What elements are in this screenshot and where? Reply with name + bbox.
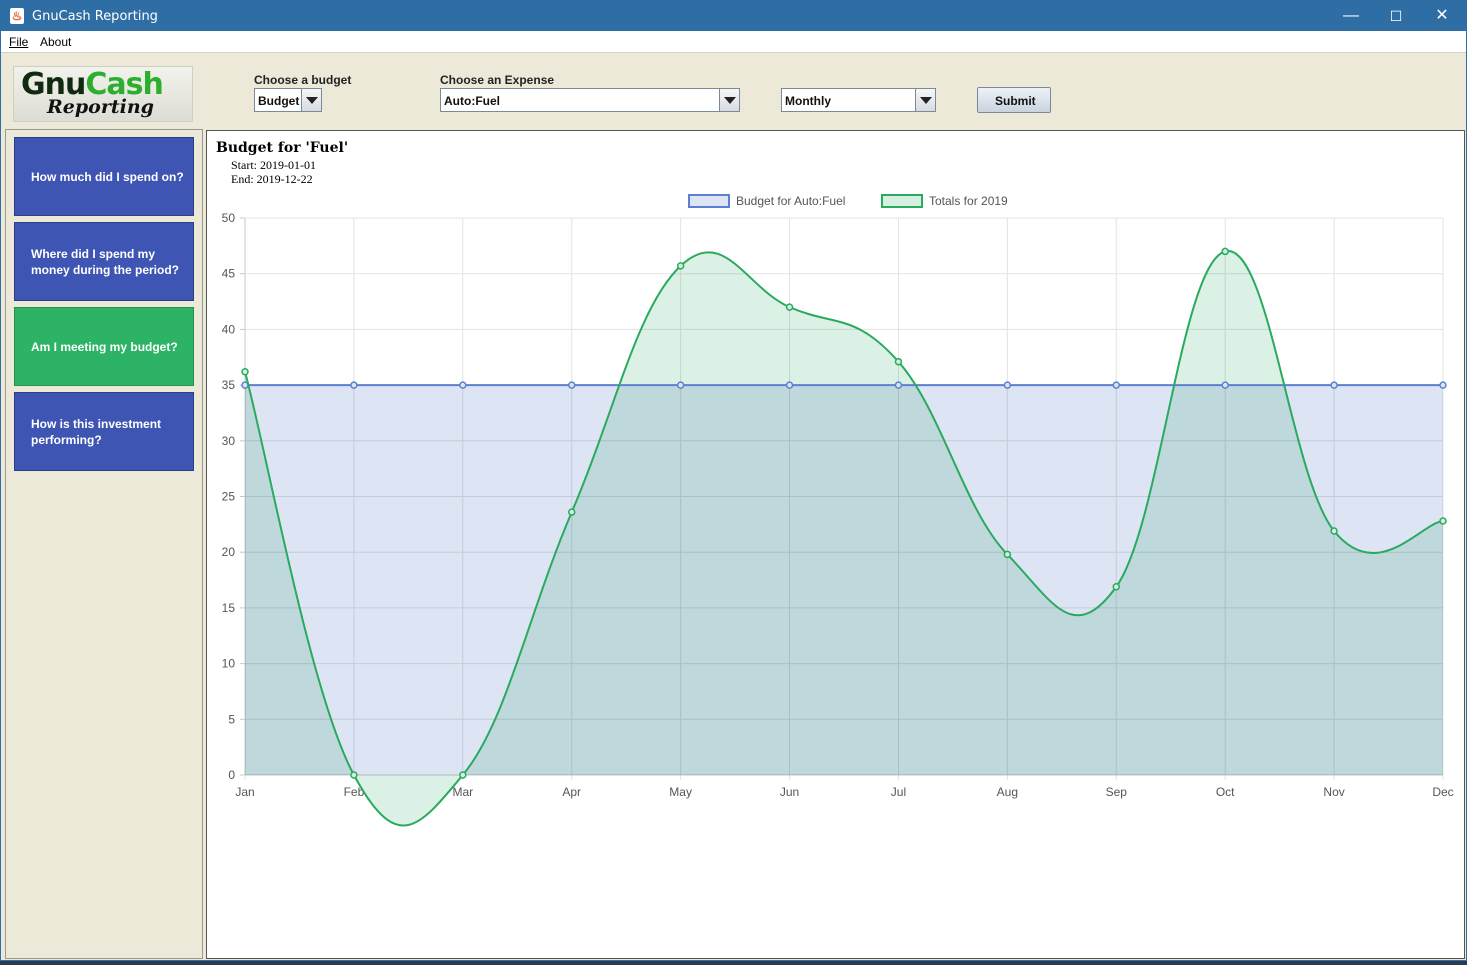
expense-select-value: Auto:Fuel xyxy=(444,94,500,108)
sidebar-item-investment[interactable]: How is this investment performing? xyxy=(14,392,194,471)
y-tick-label: 20 xyxy=(222,545,236,559)
legend-swatch xyxy=(881,194,923,208)
data-point xyxy=(1439,381,1447,389)
data-point xyxy=(1330,527,1338,535)
sidebar-item-label: Am I meeting my budget? xyxy=(31,339,178,354)
sidebar: How much did I spend on? Where did I spe… xyxy=(5,129,203,959)
budget-select-value: Budget xyxy=(258,94,300,108)
y-tick-label: 10 xyxy=(222,657,236,671)
data-point xyxy=(1221,381,1229,389)
maximize-button[interactable]: ☐ xyxy=(1373,1,1419,31)
sidebar-item-spend-on[interactable]: How much did I spend on? xyxy=(14,137,194,216)
data-point xyxy=(1003,381,1012,389)
menu-about[interactable]: About xyxy=(40,35,71,49)
y-tick-label: 0 xyxy=(228,768,235,782)
legend-swatch xyxy=(688,194,730,208)
data-point xyxy=(785,303,794,311)
sidebar-item-label: How is this investment performing? xyxy=(31,416,162,447)
sidebar-item-meeting-budget[interactable]: Am I meeting my budget? xyxy=(14,307,194,386)
y-tick-label: 45 xyxy=(222,267,236,281)
x-tick-label: Nov xyxy=(1323,785,1344,799)
data-point xyxy=(1221,247,1229,256)
data-point xyxy=(785,381,794,389)
data-point xyxy=(1003,550,1012,559)
toolbar: GnuCash Reporting Choose a budget Budget… xyxy=(1,53,1466,129)
x-tick-label: Jan xyxy=(235,785,254,799)
data-point xyxy=(567,508,576,516)
x-tick-label: Sep xyxy=(1106,785,1128,799)
expense-select[interactable]: Auto:Fuel xyxy=(440,88,740,112)
budget-chart: 05101520253035404550Jan Feb Mar Apr May Jun Ju… xyxy=(222,194,1454,827)
data-point xyxy=(894,357,903,366)
data-point xyxy=(459,771,467,779)
report-start-date: Start: 2019-01-01 xyxy=(231,158,316,172)
x-tick-label: Jul xyxy=(891,785,906,799)
period-select-value: Monthly xyxy=(785,94,831,108)
menu-bar: File About xyxy=(1,31,1466,53)
title-bar[interactable]: ♨ GnuCash Reporting — ☐ ✕ xyxy=(1,1,1466,31)
data-point xyxy=(1330,381,1338,389)
expense-label: Choose an Expense xyxy=(440,73,555,87)
close-button[interactable]: ✕ xyxy=(1419,1,1465,31)
logo-reporting: Reporting xyxy=(47,96,154,118)
x-tick-label: May xyxy=(669,785,692,799)
x-tick-label: Mar xyxy=(452,785,473,799)
sidebar-item-label: Where did I spend my money during the pe… xyxy=(31,246,180,277)
submit-button-label: Submit xyxy=(995,94,1036,108)
report-title: Budget for 'Fuel' xyxy=(216,140,349,156)
x-tick-label: Apr xyxy=(562,785,581,799)
y-tick-label: 5 xyxy=(228,712,235,726)
x-tick-label: Jun xyxy=(780,785,799,799)
data-point xyxy=(459,381,467,389)
data-point xyxy=(567,381,576,389)
y-tick-label: 40 xyxy=(222,322,236,336)
y-tick-label: 50 xyxy=(222,211,236,225)
window-title: GnuCash Reporting xyxy=(32,9,158,24)
data-point xyxy=(676,262,685,270)
chevron-down-icon[interactable] xyxy=(915,89,935,111)
gnucash-reporting-logo: GnuCash Reporting xyxy=(13,66,193,122)
data-point xyxy=(894,381,903,389)
y-tick-label: 15 xyxy=(222,601,236,615)
data-point xyxy=(1112,381,1121,389)
java-app-icon: ♨ xyxy=(10,8,24,24)
budget-label: Choose a budget xyxy=(254,73,352,87)
data-point xyxy=(1112,582,1121,591)
data-point xyxy=(350,771,358,779)
data-point xyxy=(1439,517,1447,525)
report-panel: 0 5 10 15 20 25 30 35 40 45 50 Jan Feb Mar Apr May Jun Ju… xyxy=(206,130,1465,959)
legend-label: Budget for Auto:Fuel xyxy=(736,194,845,208)
x-tick-label: Oct xyxy=(1216,785,1235,799)
data-point xyxy=(676,381,685,389)
app-window: ♨ GnuCash Reporting — ☐ ✕ File About Gnu… xyxy=(0,0,1467,961)
desktop-strip xyxy=(0,961,1467,965)
x-tick-label: Dec xyxy=(1432,785,1453,799)
x-tick-label: Aug xyxy=(997,785,1018,799)
submit-button[interactable]: Submit xyxy=(977,87,1051,113)
menu-file[interactable]: File xyxy=(9,35,28,49)
budget-select[interactable]: Budget xyxy=(254,88,322,112)
data-point xyxy=(241,367,249,376)
report-end-date: End: 2019-12-22 xyxy=(231,172,313,186)
chevron-down-icon[interactable] xyxy=(719,89,739,111)
data-point xyxy=(350,381,358,389)
y-tick-label: 30 xyxy=(222,434,236,448)
legend-label: Totals for 2019 xyxy=(929,194,1008,208)
y-tick-label: 25 xyxy=(222,490,236,504)
minimize-button[interactable]: — xyxy=(1328,1,1374,31)
period-select[interactable]: Monthly xyxy=(781,88,936,112)
chevron-down-icon[interactable] xyxy=(301,89,321,111)
sidebar-item-where-spend[interactable]: Where did I spend my money during the pe… xyxy=(14,222,194,301)
y-tick-label: 35 xyxy=(222,378,236,392)
sidebar-item-label: How much did I spend on? xyxy=(31,169,184,184)
